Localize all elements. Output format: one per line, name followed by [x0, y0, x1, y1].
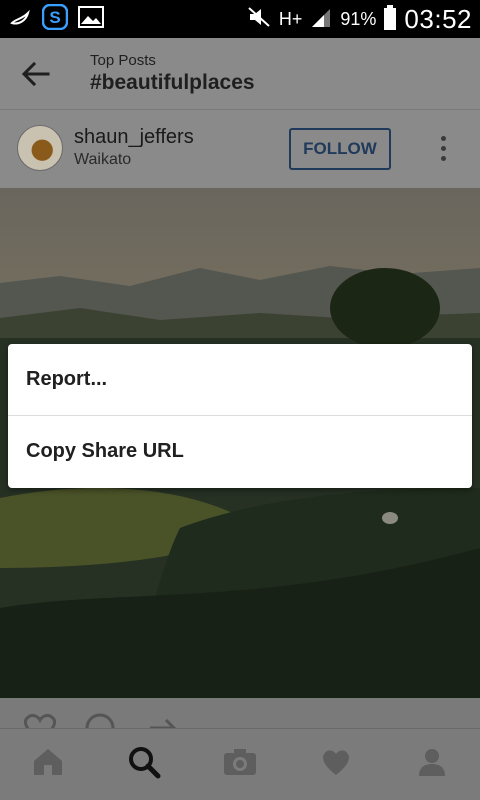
- app-s-icon: S: [41, 3, 69, 35]
- nav-activity[interactable]: [306, 735, 366, 795]
- battery-icon: [384, 5, 397, 30]
- moon-icon: [8, 7, 32, 32]
- more-options-icon[interactable]: [432, 132, 454, 168]
- avatar[interactable]: [17, 125, 63, 171]
- options-dialog: Report... Copy Share URL: [8, 344, 472, 488]
- profile-icon: [417, 747, 447, 782]
- back-arrow-icon[interactable]: [18, 56, 54, 92]
- header-subtitle: Top Posts: [90, 52, 156, 69]
- signal-icon: [310, 7, 332, 32]
- username[interactable]: shaun_jeffers: [74, 126, 194, 149]
- nav-home[interactable]: [18, 735, 78, 795]
- post-actions: [0, 698, 480, 728]
- share-icon[interactable]: [146, 712, 182, 728]
- battery-percent: 91%: [340, 8, 377, 29]
- svg-text:S: S: [49, 8, 60, 27]
- search-icon: [127, 745, 161, 784]
- report-option[interactable]: Report...: [8, 344, 472, 415]
- mute-icon: [247, 6, 271, 33]
- clock: 03:52: [404, 3, 472, 34]
- home-icon: [32, 747, 64, 782]
- like-icon[interactable]: [20, 712, 60, 728]
- follow-button[interactable]: FOLLOW: [289, 128, 391, 170]
- top-bar: Top Posts #beautifulplaces: [0, 38, 480, 110]
- camera-icon: [222, 747, 258, 782]
- heart-icon: [320, 748, 352, 781]
- status-bar: S H+ 91% 03:52: [0, 0, 480, 38]
- page-title: #beautifulplaces: [90, 71, 255, 94]
- nav-search[interactable]: [114, 735, 174, 795]
- location[interactable]: Waikato: [74, 151, 131, 169]
- nav-camera[interactable]: [210, 735, 270, 795]
- comment-icon[interactable]: [82, 712, 118, 728]
- image-icon: [78, 5, 104, 33]
- nav-profile[interactable]: [402, 735, 462, 795]
- network-type: H+: [278, 8, 303, 29]
- bottom-navigation: [0, 728, 480, 800]
- copy-share-url-option[interactable]: Copy Share URL: [8, 415, 472, 486]
- post-header: shaun_jeffers Waikato FOLLOW: [0, 110, 480, 188]
